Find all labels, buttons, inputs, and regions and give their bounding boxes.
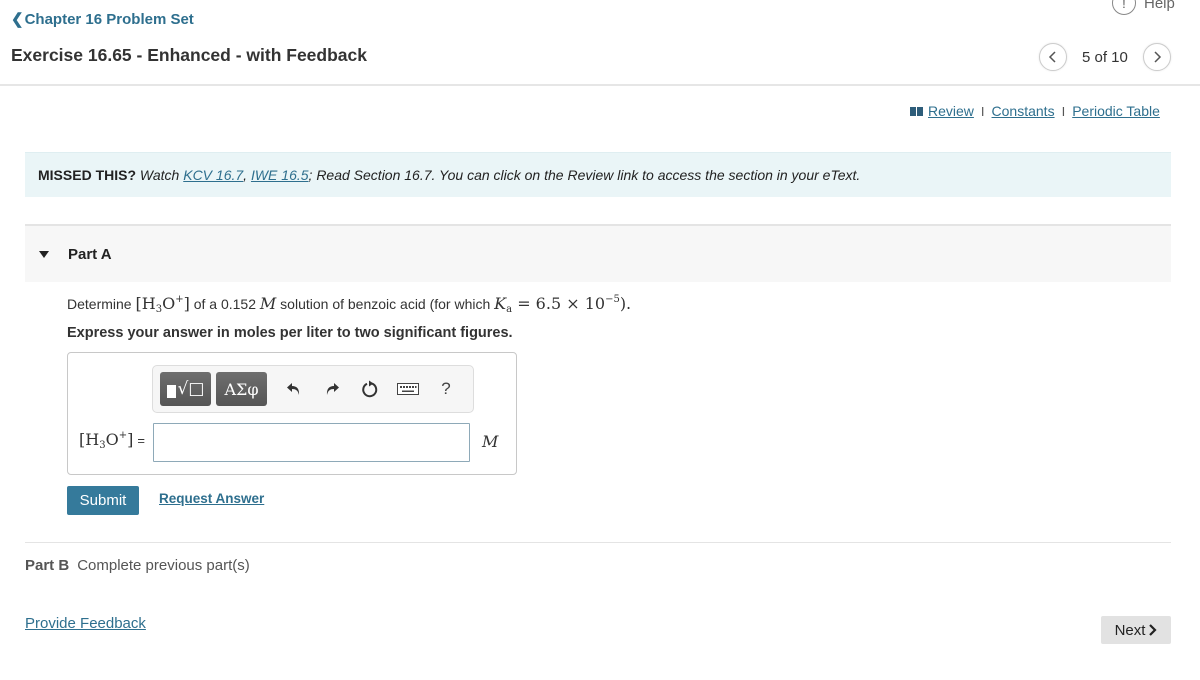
item-counter: 5 of 10	[1082, 48, 1128, 66]
constants-link[interactable]: Constants	[992, 103, 1055, 119]
equals-sign: =	[137, 433, 145, 448]
molarity-unit: M	[259, 294, 277, 313]
question-concentration: of a 0.152	[193, 296, 256, 312]
help-circle-icon: !	[1112, 0, 1136, 15]
back-link-label: Chapter 16 Problem Set	[24, 10, 194, 28]
item-pager: 5 of 10	[1039, 43, 1171, 71]
back-to-problem-set-link[interactable]: ❮ Chapter 16 Problem Set	[11, 10, 194, 29]
answer-unit: M	[482, 432, 499, 451]
separator: I	[1061, 103, 1066, 119]
watch-text: Watch	[139, 167, 180, 183]
keyboard-icon	[397, 383, 419, 395]
resource-links: Review I Constants I Periodic Table	[910, 103, 1160, 119]
next-item-button[interactable]	[1142, 43, 1171, 71]
help-button[interactable]: ! Help	[1112, 0, 1175, 15]
answer-box: √□ ΑΣφ ? [H3O+] = M	[67, 352, 517, 475]
ka-value: = 6.5 × 10	[517, 294, 606, 313]
part-a-title: Part A	[68, 245, 112, 263]
missed-rest-text: ; Read Section 16.7. You can click on th…	[308, 167, 861, 183]
request-answer-link[interactable]: Request Answer	[159, 491, 264, 506]
answer-input[interactable]	[153, 423, 470, 462]
undo-icon	[287, 383, 300, 395]
question-end: ).	[619, 294, 632, 313]
exercise-title: Exercise 16.65 - Enhanced - with Feedbac…	[11, 45, 367, 65]
missed-this-banner: MISSED THIS? Watch KCV 16.7, IWE 16.5; R…	[25, 152, 1171, 197]
reset-icon	[362, 380, 378, 398]
chevron-right-icon	[1154, 51, 1161, 63]
missed-this-lead: MISSED THIS?	[38, 167, 137, 183]
hydronium-species: [H3O+]	[135, 294, 190, 315]
next-button[interactable]: Next	[1101, 616, 1171, 644]
keyboard-button[interactable]	[389, 372, 427, 406]
redo-icon	[326, 383, 339, 395]
reset-button[interactable]	[351, 372, 389, 406]
greek-symbols-button[interactable]: ΑΣφ	[216, 372, 267, 406]
submit-button[interactable]: Submit	[67, 486, 139, 515]
help-label: Help	[1144, 0, 1175, 12]
header-divider	[0, 84, 1200, 86]
iwe-link[interactable]: IWE 16.5	[251, 167, 309, 183]
part-b-divider	[25, 542, 1171, 543]
part-b-title: Part B	[25, 557, 70, 574]
part-b-status: Complete previous part(s)	[77, 557, 250, 574]
periodic-table-link[interactable]: Periodic Table	[1072, 103, 1160, 119]
undo-button[interactable]	[275, 372, 313, 406]
question-text: Determine [H3O+] of a 0.152 M solution o…	[67, 294, 631, 315]
next-label: Next	[1114, 621, 1146, 639]
question-mid: solution of benzoic acid (for which	[280, 296, 491, 312]
chevron-right-icon	[1149, 624, 1157, 636]
math-toolbar: √□ ΑΣφ ?	[152, 365, 474, 413]
comma: ,	[243, 167, 248, 183]
kcv-link[interactable]: KCV 16.7	[183, 167, 243, 183]
previous-item-button[interactable]	[1039, 43, 1067, 71]
question-pre: Determine	[67, 296, 132, 312]
provide-feedback-link[interactable]: Provide Feedback	[25, 615, 146, 632]
redo-button[interactable]	[313, 372, 351, 406]
chevron-left-icon: ❮	[11, 11, 24, 28]
ka-exponent: −5	[605, 294, 620, 305]
review-link[interactable]: Review	[928, 103, 974, 119]
ka-expression: Ka = 6.5 × 10−5).	[494, 294, 632, 315]
answer-label: [H3O+] =	[79, 430, 145, 451]
radical-icon: √□	[177, 379, 205, 399]
part-b-header: Part B Complete previous part(s)	[25, 557, 250, 574]
templates-button[interactable]: √□	[160, 372, 211, 406]
separator: I	[980, 103, 985, 119]
book-icon	[910, 106, 923, 116]
collapse-triangle-icon	[39, 250, 49, 258]
square-icon	[166, 384, 176, 398]
part-a-header[interactable]: Part A	[25, 224, 1171, 282]
help-button[interactable]: ?	[427, 372, 465, 406]
answer-instruction: Express your answer in moles per liter t…	[67, 325, 513, 341]
chevron-left-icon	[1048, 51, 1056, 63]
